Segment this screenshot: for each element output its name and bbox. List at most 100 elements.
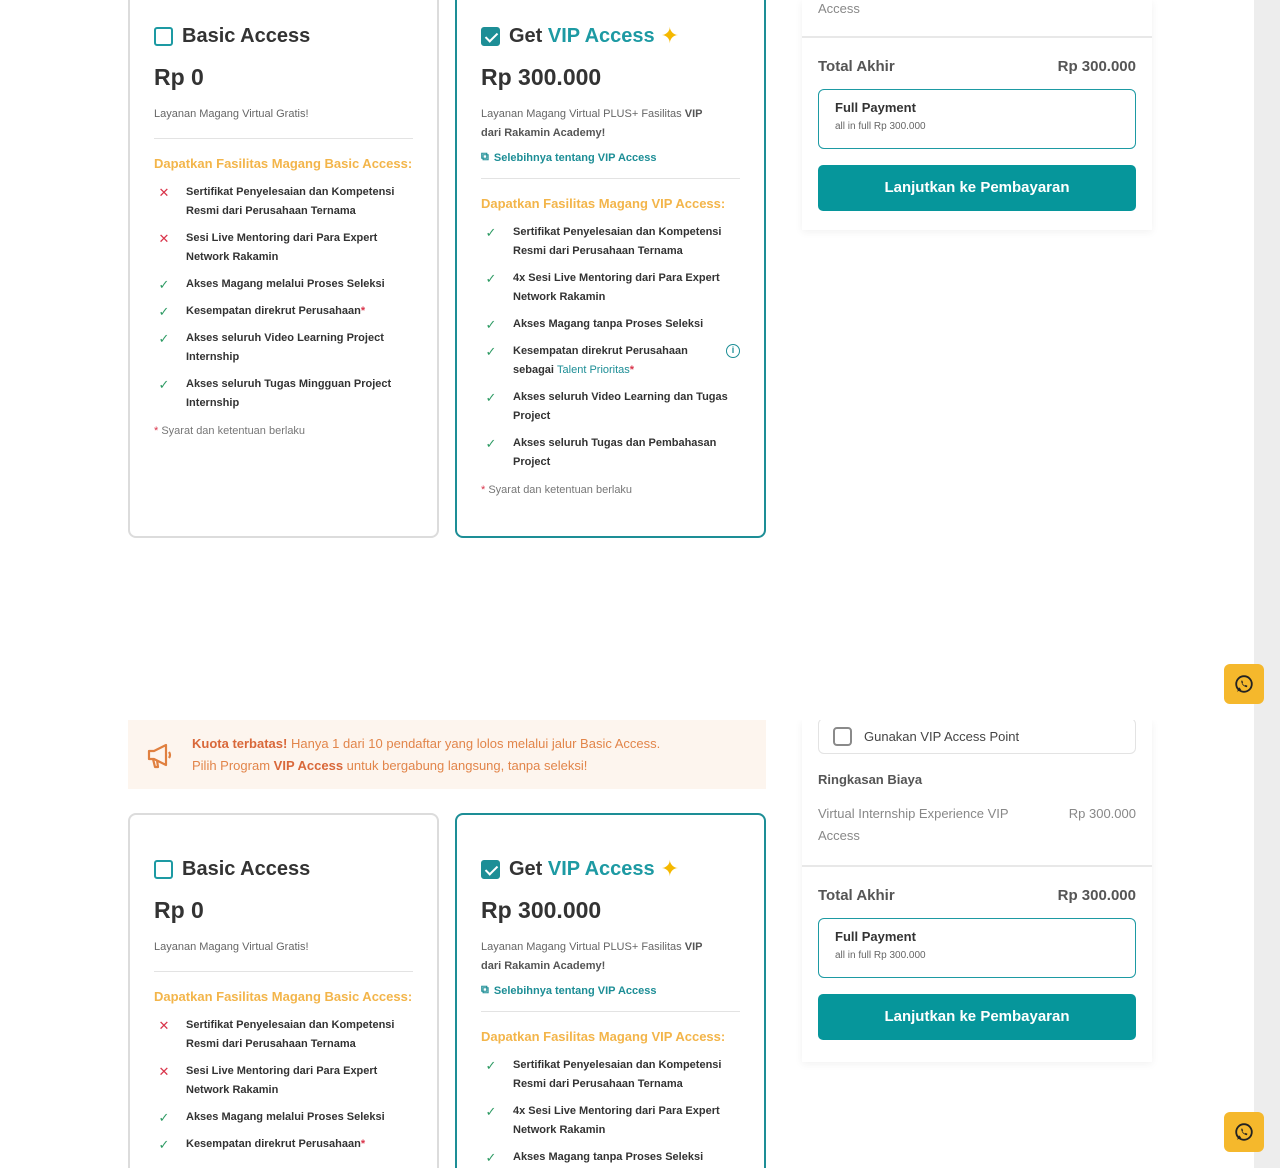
full-payment-option[interactable]: Full Payment all in full Rp 300.000 [818, 89, 1136, 149]
feature-item: ✕ Sesi Live Mentoring dari Para Expert Ne… [154, 229, 413, 267]
check-icon: ✓ [485, 1104, 497, 1119]
feature-item: ✕ Sertifikat Penyelesaian dan Kompetensi … [154, 1016, 413, 1054]
vip-access-header[interactable]: Get VIP Access ✦ [481, 22, 740, 50]
check-icon: ✓ [158, 1110, 170, 1125]
continue-to-payment-button[interactable]: Lanjutkan ke Pembayaran [818, 165, 1136, 211]
cost-summary-title: Ringkasan Biaya [818, 772, 923, 787]
vip-access-card[interactable]: Get VIP Access ✦ Rp 300.000 Layanan Maga… [455, 0, 766, 538]
feature-item: ✓ Akses seluruh Tugas dan Pembahasan Proj… [481, 434, 740, 472]
feature-item: ✓ Kesempatan direkrut Perusahaan sebagai … [481, 342, 740, 380]
feature-item: ✓ Akses Magang tanpa Proses Seleksi [481, 1148, 740, 1167]
whatsapp-button[interactable] [1224, 664, 1264, 704]
feature-text: Kesempatan direkrut Perusahaan [186, 305, 361, 317]
whatsapp-button[interactable] [1224, 1112, 1264, 1152]
vip-more-link[interactable]: ⧉ Selebihnya tentang VIP Access [481, 984, 740, 997]
basic-access-header[interactable]: Basic Access [154, 22, 413, 50]
basic-access-checkbox[interactable] [154, 859, 173, 879]
basic-features-title: Dapatkan Fasilitas Magang Basic Access: [154, 989, 413, 1004]
scrollbar[interactable] [1254, 0, 1280, 1168]
vip-access-point-checkbox[interactable] [833, 726, 852, 746]
whatsapp-icon [1235, 1123, 1253, 1141]
payment-option-title: Full Payment [835, 929, 916, 944]
full-payment-option[interactable]: Full Payment all in full Rp 300.000 [818, 918, 1136, 978]
payment-summary-top: Access Total Akhir Rp 300.000 Full Payme… [802, 0, 1152, 230]
basic-access-checkbox[interactable] [154, 26, 173, 46]
feature-item: ✓ Akses seluruh Tugas Mingguan Project In… [154, 375, 413, 413]
vip-access-checkbox[interactable] [481, 26, 500, 46]
cross-icon: ✕ [158, 231, 170, 246]
divider [154, 971, 413, 972]
summary-divider [802, 865, 1152, 867]
limited-quota-text: Kuota terbatas! Hanya 1 dari 10 pendafta… [192, 735, 661, 773]
vip-access-point-label: Gunakan VIP Access Point [864, 728, 1020, 744]
basic-price: Rp 0 [154, 897, 204, 923]
feature-item: ✓ 4x Sesi Live Mentoring dari Para Expert… [481, 1102, 740, 1140]
feature-item: ✓ Akses seluruh Video Learning dan Tugas … [481, 388, 740, 426]
divider [481, 178, 740, 179]
total-label: Total Akhir [818, 58, 895, 75]
feature-item: ✓ Akses Magang melalui Proses Seleksi [154, 1108, 413, 1127]
vip-access-card[interactable]: Get VIP Access ✦ Rp 300.000 Layanan Maga… [455, 813, 766, 1168]
sparkle-icon: ✦ [660, 23, 680, 48]
basic-access-title: Basic Access [182, 24, 311, 47]
check-icon: ✓ [485, 390, 497, 405]
basic-access-header[interactable]: Basic Access [154, 855, 413, 883]
check-icon: ✓ [485, 436, 497, 451]
asterisk: * [360, 1138, 366, 1150]
vip-access-header[interactable]: Get VIP Access ✦ [481, 855, 740, 883]
basic-description: Layanan Magang Virtual Gratis! [154, 108, 309, 120]
talent-prioritas-link[interactable]: Talent Prioritas [557, 364, 630, 376]
vip-access-checkbox[interactable] [481, 859, 500, 879]
payment-option-sub: all in full Rp 300.000 [835, 950, 926, 961]
limited-quota-banner: Kuota terbatas! Hanya 1 dari 10 pendafta… [128, 720, 766, 789]
basic-price: Rp 0 [154, 64, 204, 90]
cross-icon: ✕ [158, 1018, 170, 1033]
summary-item-name: Virtual Internship Experience VIP Access [818, 806, 1009, 843]
vip-title-prefix: Get [509, 857, 543, 880]
terms-note: * Syarat dan ketentuan berlaku [154, 425, 306, 437]
payment-summary-bottom: Gunakan VIP Access Point Ringkasan Biaya… [802, 720, 1152, 1062]
divider [154, 138, 413, 139]
payment-option-sub: all in full Rp 300.000 [835, 121, 926, 132]
vip-price: Rp 300.000 [481, 897, 602, 923]
divider [481, 1011, 740, 1012]
feature-item: ✓ 4x Sesi Live Mentoring dari Para Expert… [481, 269, 740, 307]
summary-item-row: Virtual Internship Experience VIP Access… [818, 803, 1136, 859]
basic-access-card[interactable]: Basic Access Rp 0 Layanan Magang Virtual… [128, 813, 439, 1168]
total-row: Total Akhir Rp 300.000 [818, 58, 1136, 75]
basic-access-card[interactable]: Basic Access Rp 0 Layanan Magang Virtual… [128, 0, 439, 538]
check-icon: ✓ [158, 304, 170, 319]
vip-more-link[interactable]: ⧉ Selebihnya tentang VIP Access [481, 151, 740, 164]
feature-item: ✓ Akses Magang tanpa Proses Seleksi [481, 315, 740, 334]
total-value: Rp 300.000 [1057, 887, 1136, 904]
feature-item: ✓ Akses Magang melalui Proses Seleksi [154, 275, 413, 294]
sparkle-icon: ✦ [660, 856, 680, 881]
pricing-section-bottom: Kuota terbatas! Hanya 1 dari 10 pendafta… [0, 720, 1254, 1168]
payment-option-title: Full Payment [835, 100, 916, 115]
feature-text: Kesempatan direkrut Perusahaan [186, 1138, 361, 1150]
feature-item: ✓ Sertifikat Penyelesaian dan Kompetensi … [481, 223, 740, 261]
cross-icon: ✕ [158, 185, 170, 200]
vip-title-prefix: Get [509, 24, 543, 47]
feature-item: ✕ Sertifikat Penyelesaian dan Kompetensi … [154, 183, 413, 221]
vip-access-point-option[interactable]: Gunakan VIP Access Point [818, 720, 1136, 754]
feature-item: ✓ Kesempatan direkrut Perusahaan* [154, 302, 413, 321]
asterisk: * [360, 305, 366, 317]
vip-description: Layanan Magang Virtual PLUS+ Fasilitas V… [481, 108, 703, 139]
vip-description: Layanan Magang Virtual PLUS+ Fasilitas V… [481, 941, 703, 972]
feature-item: ✓ Sertifikat Penyelesaian dan Kompetensi … [481, 1056, 740, 1094]
vip-price: Rp 300.000 [481, 64, 602, 90]
summary-item-name-partial: Access [818, 1, 860, 16]
continue-to-payment-button[interactable]: Lanjutkan ke Pembayaran [818, 994, 1136, 1040]
external-link-icon: ⧉ [481, 984, 489, 996]
whatsapp-icon [1235, 675, 1253, 693]
feature-item: ✕ Sesi Live Mentoring dari Para Expert Ne… [154, 1062, 413, 1100]
check-icon: ✓ [485, 225, 497, 240]
summary-divider [802, 36, 1152, 38]
check-icon: ✓ [485, 1150, 497, 1165]
pricing-section-top: Basic Access Rp 0 Layanan Magang Virtual… [0, 0, 1254, 560]
check-icon: ✓ [485, 1058, 497, 1073]
check-icon: ✓ [485, 344, 497, 359]
feature-item: ✓ Akses seluruh Video Learning Project In… [154, 329, 413, 367]
info-icon[interactable]: i [726, 344, 740, 358]
